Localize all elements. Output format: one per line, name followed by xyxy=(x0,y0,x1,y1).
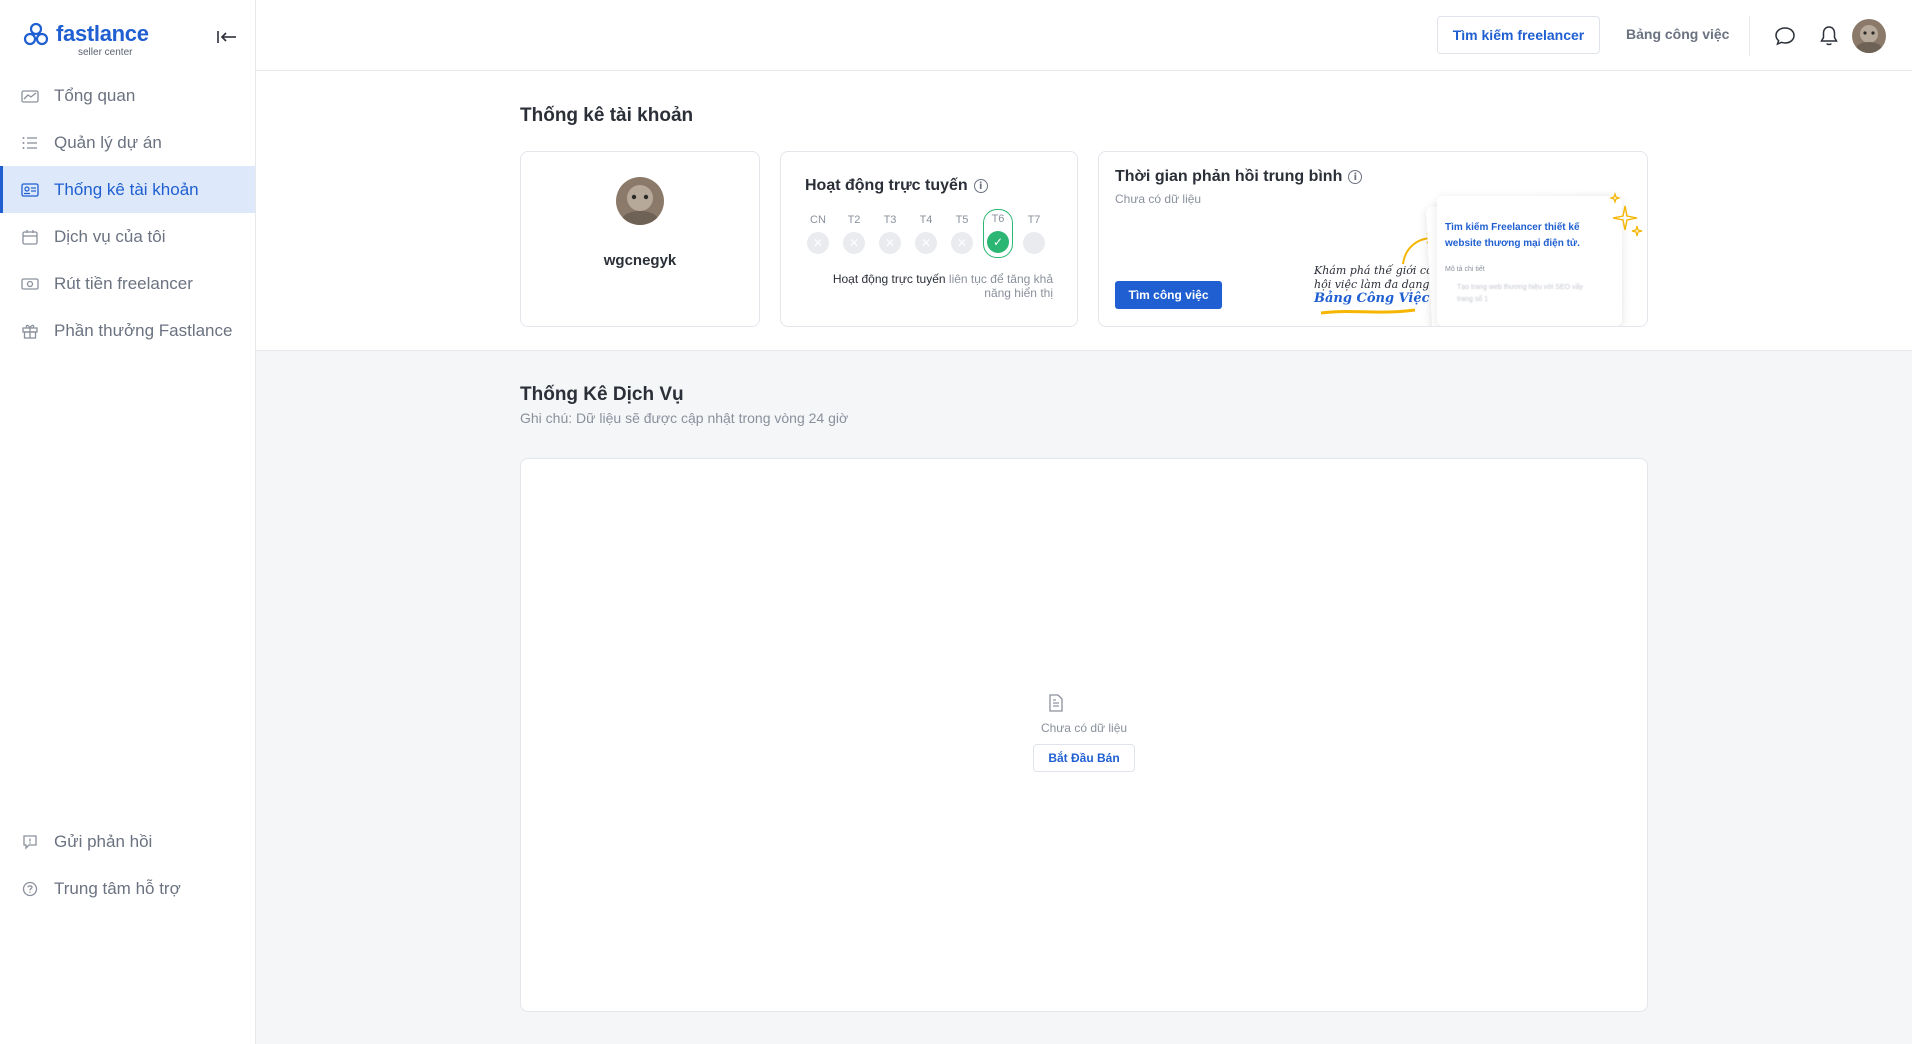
sidebar-nav: Tổng quan Quản lý dự án Thống kê tài kho… xyxy=(0,72,255,354)
profile-card: wgcnegyk xyxy=(520,151,760,327)
weekday-row: CN ✕ T2 ✕ T3 ✕ T4 ✕ T5 ✕ T6 ✓ T7 xyxy=(805,209,1047,258)
weekday-t4: T4 ✕ xyxy=(913,214,939,258)
brand-subtitle: seller center xyxy=(78,47,133,58)
messages-button[interactable] xyxy=(1773,24,1797,48)
service-stats-empty: Chưa có dữ liệu xyxy=(1040,721,1128,735)
sidebar-item-label: Gửi phản hồi xyxy=(54,831,153,851)
sidebar-item-projects[interactable]: Quản lý dự án xyxy=(0,119,255,166)
chat-bubble-icon xyxy=(1775,27,1795,46)
weekday-label: T4 xyxy=(919,214,933,226)
chart-icon xyxy=(20,86,40,106)
profile-avatar-image xyxy=(616,177,664,225)
notifications-button[interactable] xyxy=(1817,24,1841,48)
empty-day-icon xyxy=(1023,232,1045,254)
sidebar-item-withdraw[interactable]: Rút tiền freelancer xyxy=(0,260,255,307)
start-selling-button[interactable]: Bắt Đầu Bán xyxy=(1033,744,1135,772)
sidebar-item-rewards[interactable]: Phần thưởng Fastlance xyxy=(0,307,255,354)
service-stats-title: Thống Kê Dịch Vụ xyxy=(520,384,684,405)
service-stats-card: Chưa có dữ liệu Bắt Đầu Bán xyxy=(520,458,1648,1012)
feedback-icon xyxy=(20,832,40,852)
promo-card: Tìm kiếm Freelancer thiết kế website thư… xyxy=(1437,196,1622,326)
weekday-t3: T3 ✕ xyxy=(877,214,903,258)
profile-avatar xyxy=(616,177,664,225)
inactive-x-icon: ✕ xyxy=(879,232,901,254)
collapse-sidebar-button[interactable] xyxy=(214,24,240,50)
weekday-t6: T6 ✓ xyxy=(983,209,1013,258)
fastlance-logo[interactable]: fastlance seller center xyxy=(22,20,149,58)
sidebar-item-overview[interactable]: Tổng quan xyxy=(0,72,255,119)
promo-card-label: Mô tả chi tiết xyxy=(1445,266,1485,273)
weekday-label: T6 xyxy=(991,213,1005,225)
online-note-strong: Hoạt động trực tuyến xyxy=(832,272,946,286)
checklist-icon xyxy=(20,133,40,153)
id-card-icon xyxy=(20,180,40,200)
sidebar-item-label: Phần thưởng Fastlance xyxy=(54,320,233,340)
info-icon[interactable]: i xyxy=(973,179,988,193)
avatar-image xyxy=(1852,19,1886,53)
weekday-t7: T7 xyxy=(1021,214,1047,258)
sidebar-item-label: Thống kê tài khoản xyxy=(54,179,199,199)
bell-icon xyxy=(1820,26,1838,46)
promo-card-text: Tạo trang web thương hiệu với SEO vấy tr… xyxy=(1457,284,1583,303)
document-icon xyxy=(1049,694,1063,712)
job-board-link[interactable]: Bảng công việc xyxy=(1626,26,1729,42)
inactive-x-icon: ✕ xyxy=(807,232,829,254)
weekday-cn: CN ✕ xyxy=(805,214,831,258)
find-jobs-button[interactable]: Tìm công việc xyxy=(1115,281,1222,309)
sidebar: fastlance seller center Tổng quan Quản l… xyxy=(0,0,256,1044)
weekday-label: CN xyxy=(810,214,826,226)
underline-squiggle-icon xyxy=(1320,308,1416,315)
sidebar-item-my-services[interactable]: Dịch vụ của tôi xyxy=(0,213,255,260)
help-icon xyxy=(20,879,40,899)
weekday-label: T2 xyxy=(847,214,861,226)
service-stats-note: Ghi chú: Dữ liệu sẽ được cập nhật trong … xyxy=(520,410,849,426)
weekday-t2: T2 ✕ xyxy=(841,214,867,258)
inactive-x-icon: ✕ xyxy=(843,232,865,254)
sidebar-item-label: Trung tâm hỗ trợ xyxy=(54,878,181,898)
sidebar-item-label: Quản lý dự án xyxy=(54,132,162,152)
inactive-x-icon: ✕ xyxy=(951,232,973,254)
brand-name: fastlance xyxy=(56,21,149,46)
header-divider xyxy=(1749,16,1750,56)
sidebar-bottom-nav: Gửi phản hồi Trung tâm hỗ trợ xyxy=(0,818,255,912)
promo-highlight[interactable]: Bảng Công Việc xyxy=(1314,292,1449,306)
response-time-card: Thời gian phản hồi trung bình i Chưa có … xyxy=(1098,151,1648,327)
sparkle-icon xyxy=(1609,192,1643,237)
fastlance-logo-icon xyxy=(23,22,49,46)
weekday-t5: T5 ✕ xyxy=(949,214,975,258)
online-activity-card: Hoạt động trực tuyến i CN ✕ T2 ✕ T3 ✕ T4 ✕ T… xyxy=(780,151,1078,327)
account-stats-section: Thống kê tài khoản wgcnegyk Hoạt động tr… xyxy=(256,71,1912,351)
inactive-x-icon: ✕ xyxy=(915,232,937,254)
weekday-label: T5 xyxy=(955,214,969,226)
find-freelancer-button[interactable]: Tìm kiếm freelancer xyxy=(1437,16,1600,54)
sidebar-item-label: Rút tiền freelancer xyxy=(54,273,193,293)
sidebar-item-label: Tổng quan xyxy=(54,85,136,105)
calendar-icon xyxy=(20,227,40,247)
online-activity-note: Hoạt động trực tuyến liên tục để tăng kh… xyxy=(813,272,1053,300)
weekday-label: T7 xyxy=(1027,214,1041,226)
response-time-header: Thời gian phản hồi trung bình i xyxy=(1115,168,1363,186)
top-bar: Tìm kiếm freelancer Bảng công việc xyxy=(256,0,1912,71)
online-activity-header: Hoạt động trực tuyến i xyxy=(805,177,988,195)
sidebar-item-label: Dịch vụ của tôi xyxy=(54,226,166,246)
info-icon[interactable]: i xyxy=(1348,170,1363,184)
promo-card-title: Tìm kiếm Freelancer thiết kế website thư… xyxy=(1445,222,1580,249)
sidebar-item-help-center[interactable]: Trung tâm hỗ trợ xyxy=(0,865,255,912)
response-time-empty: Chưa có dữ liệu xyxy=(1115,192,1202,206)
sidebar-item-account-stats[interactable]: Thống kê tài khoản xyxy=(0,166,255,213)
user-avatar[interactable] xyxy=(1852,19,1886,53)
collapse-left-icon xyxy=(217,31,236,43)
online-note-rest: liên tục để tăng khả năng hiển thị xyxy=(945,272,1053,300)
profile-username: wgcnegyk xyxy=(603,252,677,269)
check-icon: ✓ xyxy=(987,231,1009,253)
sidebar-item-feedback[interactable]: Gửi phản hồi xyxy=(0,818,255,865)
account-stats-title: Thống kê tài khoản xyxy=(520,105,694,126)
response-time-title: Thời gian phản hồi trung bình xyxy=(1115,168,1343,185)
gift-icon xyxy=(20,321,40,341)
online-activity-title: Hoạt động trực tuyến xyxy=(805,177,968,194)
cash-icon xyxy=(20,274,40,294)
weekday-label: T3 xyxy=(883,214,897,226)
